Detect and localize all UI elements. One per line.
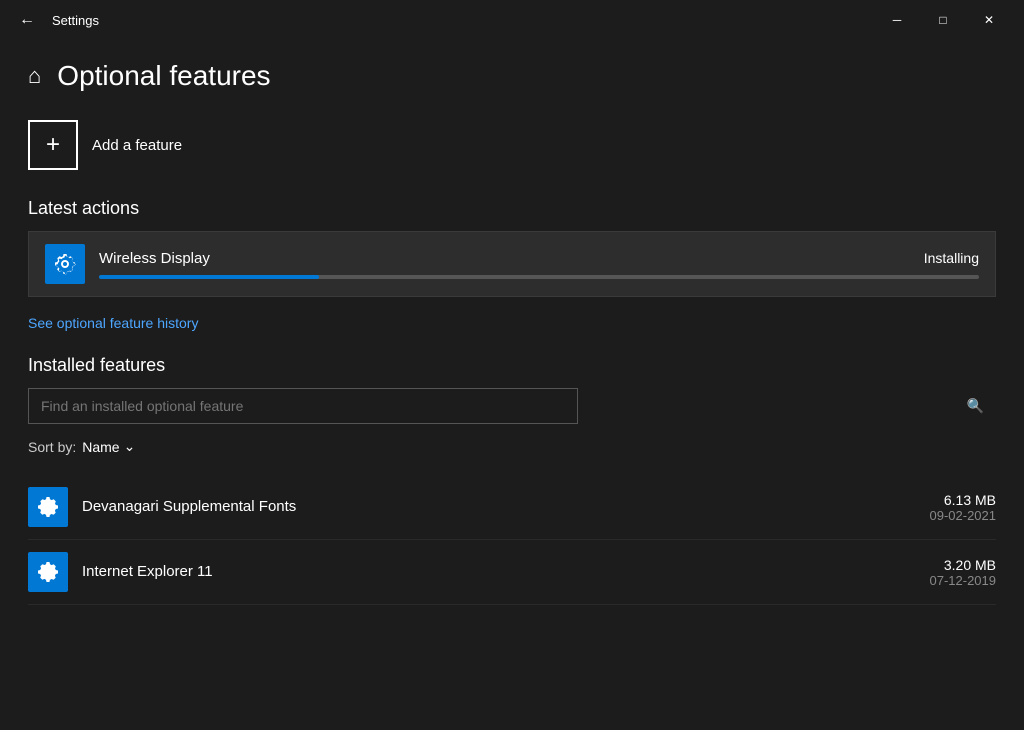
sort-label: Sort by:	[28, 439, 76, 455]
page-title: Optional features	[57, 60, 270, 92]
installed-features-header: Installed features	[28, 355, 996, 376]
close-button[interactable]: ✕	[966, 0, 1012, 40]
add-feature-button[interactable]: + Add a feature	[28, 120, 996, 170]
add-feature-label: Add a feature	[92, 137, 182, 154]
ie11-name: Internet Explorer 11	[82, 563, 213, 580]
maximize-button[interactable]: □	[920, 0, 966, 40]
wireless-display-status: Installing	[924, 250, 979, 266]
feature-name-row: Wireless Display Installing	[99, 250, 979, 267]
latest-actions-header: Latest actions	[28, 198, 996, 219]
sort-value-name: Name	[82, 439, 119, 455]
devanagari-meta: 6.13 MB 09-02-2021	[930, 492, 997, 523]
devanagari-icon	[28, 487, 68, 527]
title-bar: ← Settings ─ □ ✕	[0, 0, 1024, 40]
feature-history-link[interactable]: See optional feature history	[28, 315, 198, 331]
devanagari-name: Devanagari Supplemental Fonts	[82, 498, 296, 515]
wireless-display-item: Wireless Display Installing	[28, 231, 996, 297]
add-feature-plus-icon: +	[28, 120, 78, 170]
progress-bar-container	[99, 275, 979, 279]
installed-features-list: Devanagari Supplemental Fonts 6.13 MB 09…	[28, 475, 996, 605]
devanagari-date: 09-02-2021	[930, 508, 997, 523]
devanagari-info: Devanagari Supplemental Fonts	[82, 498, 916, 516]
progress-bar-fill	[99, 275, 319, 279]
search-container: 🔍	[28, 388, 996, 424]
ie11-icon	[28, 552, 68, 592]
sort-dropdown[interactable]: Name ⌄	[82, 438, 135, 455]
wireless-display-info: Wireless Display Installing	[99, 250, 979, 279]
ie11-meta: 3.20 MB 07-12-2019	[930, 557, 997, 588]
main-content: ⌂ Optional features + Add a feature Late…	[0, 40, 1024, 730]
list-item: Devanagari Supplemental Fonts 6.13 MB 09…	[28, 475, 996, 540]
gear-svg-icon-2	[37, 496, 59, 518]
title-bar-title: Settings	[52, 13, 99, 28]
devanagari-size: 6.13 MB	[930, 492, 997, 508]
gear-svg-icon-3	[37, 561, 59, 583]
search-input[interactable]	[28, 388, 578, 424]
wireless-display-name: Wireless Display	[99, 250, 210, 267]
minimize-button[interactable]: ─	[874, 0, 920, 40]
gear-svg-icon	[54, 253, 76, 275]
wireless-display-icon	[45, 244, 85, 284]
sort-row: Sort by: Name ⌄	[28, 438, 996, 455]
sort-chevron-icon: ⌄	[124, 438, 136, 455]
page-header: ⌂ Optional features	[28, 60, 996, 92]
back-button[interactable]: ←	[12, 5, 42, 35]
window-controls: ─ □ ✕	[874, 0, 1012, 40]
ie11-date: 07-12-2019	[930, 573, 997, 588]
ie11-info: Internet Explorer 11	[82, 563, 916, 581]
list-item: Internet Explorer 11 3.20 MB 07-12-2019	[28, 540, 996, 605]
search-icon: 🔍	[967, 398, 984, 415]
home-icon: ⌂	[28, 63, 41, 89]
ie11-size: 3.20 MB	[930, 557, 997, 573]
